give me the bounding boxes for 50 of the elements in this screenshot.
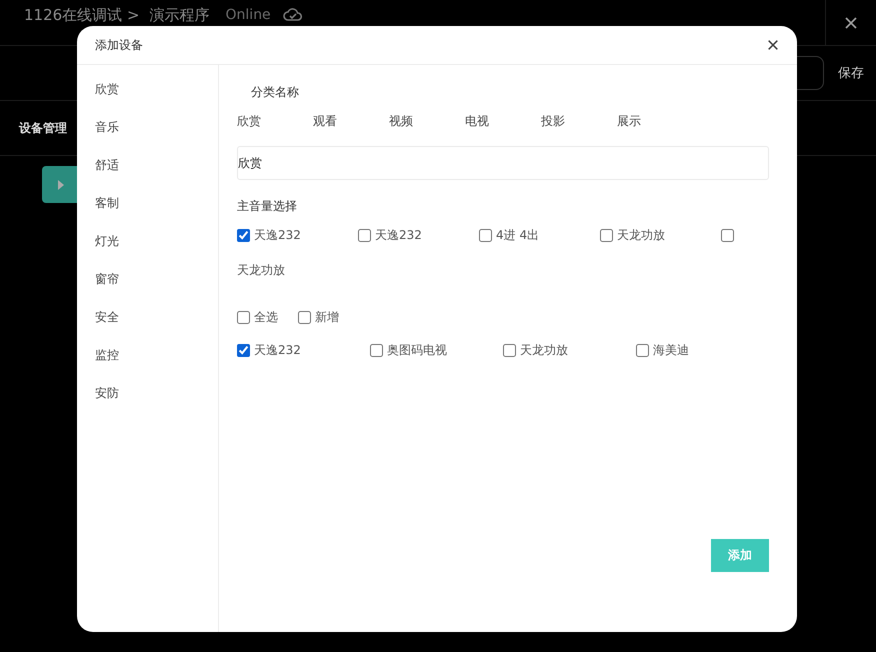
checkbox-label: 海美迪 — [653, 342, 689, 359]
checkbox[interactable] — [370, 344, 383, 357]
close-icon[interactable] — [844, 16, 858, 30]
checkbox[interactable] — [479, 229, 492, 242]
play-icon — [58, 180, 64, 190]
checkbox-label: 天龙功放 — [237, 262, 286, 280]
category-option[interactable]: 电视 — [465, 112, 541, 130]
category-item[interactable]: 客制 — [95, 184, 119, 222]
checkbox-label: 全选 — [254, 308, 278, 326]
device-management-tab[interactable]: 设备管理 — [19, 120, 67, 136]
category-item[interactable]: 音乐 — [95, 108, 119, 146]
category-item[interactable]: 安防 — [95, 374, 119, 412]
checkbox-label: 天龙功放 — [520, 342, 568, 359]
checkbox-label: 新增 — [315, 308, 339, 326]
category-option[interactable]: 投影 — [541, 112, 617, 130]
checkbox[interactable] — [358, 229, 371, 242]
volume-heading: 主音量选择 — [237, 198, 298, 215]
category-option[interactable]: 欣赏 — [237, 112, 313, 130]
category-item[interactable]: 安全 — [95, 298, 119, 336]
checkbox[interactable] — [636, 344, 649, 357]
save-button[interactable]: 保存 — [838, 64, 864, 82]
checkbox[interactable] — [503, 344, 516, 357]
close-button[interactable] — [767, 39, 779, 51]
checkbox-label: 奥图码电视 — [387, 342, 447, 359]
checkbox-label: 4进 4出 — [496, 227, 540, 244]
checkbox-label: 天龙功放 — [617, 227, 666, 244]
category-item[interactable]: 灯光 — [95, 222, 119, 260]
checkbox[interactable] — [721, 229, 734, 242]
category-item[interactable]: 监控 — [95, 336, 119, 374]
category-item[interactable]: 舒适 — [95, 146, 119, 184]
dialog-title: 添加设备 — [95, 36, 143, 54]
checkbox[interactable] — [600, 229, 613, 242]
status-label: Online — [226, 7, 271, 24]
checkbox[interactable] — [237, 344, 250, 357]
breadcrumb[interactable]: 1126在线调试 > — [24, 6, 140, 24]
category-option[interactable]: 展示 — [617, 112, 693, 130]
category-option[interactable]: 观看 — [313, 112, 389, 130]
category-option[interactable]: 视频 — [389, 112, 465, 130]
checkbox[interactable] — [237, 310, 250, 324]
checkbox-label: 天逸232 — [375, 227, 423, 244]
category-item[interactable]: 窗帘 — [95, 260, 119, 298]
category-item[interactable]: 欣赏 — [95, 70, 119, 108]
category-heading: 分类名称 — [251, 84, 300, 101]
program-title: 演示程序 — [150, 6, 210, 24]
checkbox[interactable] — [237, 229, 250, 242]
checkbox-label: 天逸232 — [254, 342, 301, 359]
checkbox[interactable] — [298, 310, 311, 324]
checkbox-label: 天逸232 — [254, 227, 302, 244]
name-field[interactable]: 欣赏 — [237, 146, 769, 180]
cloud-icon — [282, 6, 303, 24]
